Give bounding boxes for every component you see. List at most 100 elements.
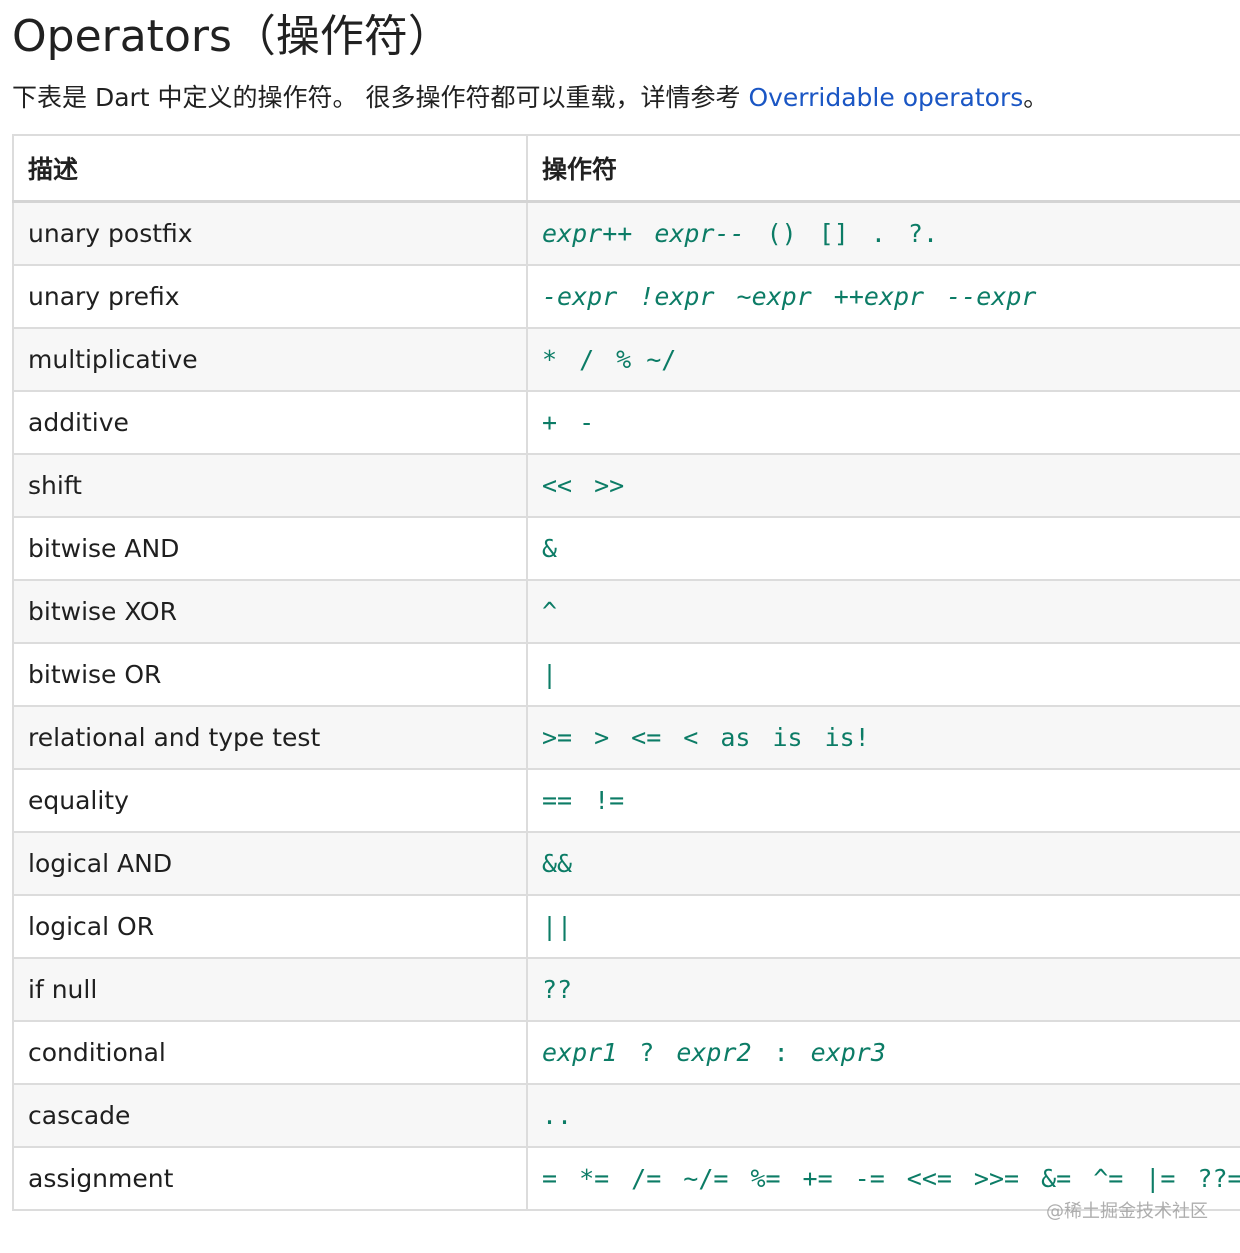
operator-token: >> — [594, 471, 625, 500]
row-description: unary postfix — [12, 200, 528, 266]
table-row: logical AND && — [12, 831, 1240, 896]
operator-token: && — [542, 849, 573, 878]
operator-token: * — [542, 345, 558, 374]
operator-token: expr-- — [654, 219, 745, 248]
table-row: shift << >> — [12, 453, 1240, 518]
row-operators: = *= /= ~/= %= += -= <<= >>= &= ^= |= ??= — [526, 1146, 1240, 1211]
row-operators: | — [526, 642, 1240, 707]
operator-token: ? — [639, 1038, 655, 1067]
row-description: equality — [12, 768, 528, 833]
row-description: logical OR — [12, 894, 528, 959]
operator-token: + — [542, 408, 558, 437]
row-description: cascade — [12, 1083, 528, 1148]
row-description: relational and type test — [12, 705, 528, 770]
table-row: relational and type test >= > <= < as is is! — [12, 705, 1240, 770]
table-row: conditional expr1? expr2: expr3 — [12, 1020, 1240, 1085]
row-description: unary prefix — [12, 264, 528, 329]
column-header-operator: 操作符 — [526, 134, 1240, 203]
table-row: multiplicative * / % ~/ — [12, 327, 1240, 392]
row-description: multiplicative — [12, 327, 528, 392]
operator-token: |= — [1145, 1164, 1176, 1193]
operator-token: += — [802, 1164, 833, 1193]
operator-token: [] — [818, 219, 849, 248]
operator-token: *= — [579, 1164, 610, 1193]
row-operators: + - — [526, 390, 1240, 455]
row-description: conditional — [12, 1020, 528, 1085]
row-operators: == != — [526, 768, 1240, 833]
column-header-description: 描述 — [12, 134, 528, 203]
operator-token: --expr — [946, 282, 1037, 311]
operator-token: | — [542, 660, 558, 689]
row-operators: << >> — [526, 453, 1240, 518]
table-row: bitwise XOR ^ — [12, 579, 1240, 644]
table-row: additive + - — [12, 390, 1240, 455]
row-description: bitwise OR — [12, 642, 528, 707]
operator-token: = — [542, 1164, 558, 1193]
operator-token: is — [772, 723, 803, 752]
operator-token: << — [542, 471, 573, 500]
row-description: logical AND — [12, 831, 528, 896]
row-description: shift — [12, 453, 528, 518]
row-description: bitwise XOR — [12, 579, 528, 644]
operator-token: >= — [542, 723, 573, 752]
row-operators: ^ — [526, 579, 1240, 644]
row-description: assignment — [12, 1146, 528, 1211]
table-row: logical OR || — [12, 894, 1240, 959]
operator-token: as — [720, 723, 751, 752]
operator-token: > — [594, 723, 610, 752]
operator-token: expr2 — [676, 1038, 752, 1067]
operator-token: & — [542, 534, 558, 563]
operator-token: < — [683, 723, 699, 752]
row-operators: -expr !expr ~expr ++expr --expr — [526, 264, 1240, 329]
intro-text: 下表是 Dart 中定义的操作符。 很多操作符都可以重载，详情参考 — [12, 83, 749, 112]
table-header-row: 描述 操作符 — [12, 134, 1240, 203]
row-operators: & — [526, 516, 1240, 581]
operator-token: % ~/ — [616, 345, 677, 374]
row-operators: ?? — [526, 957, 1240, 1022]
table-row: equality == != — [12, 768, 1240, 833]
operator-token: || — [542, 912, 573, 941]
table-row: assignment = *= /= ~/= %= += -= <<= >>= &= ^= |= ??= — [12, 1146, 1240, 1211]
operator-token: !expr — [639, 282, 715, 311]
row-operators: expr1? expr2: expr3 — [526, 1020, 1240, 1085]
table-row: cascade.. — [12, 1083, 1240, 1148]
operator-token: ~/= — [683, 1164, 729, 1193]
intro-paragraph: 下表是 Dart 中定义的操作符。 很多操作符都可以重载，详情参考 Overri… — [12, 78, 1048, 118]
operator-token: ~expr — [736, 282, 812, 311]
operator-token: is! — [824, 723, 870, 752]
operator-token: <<= — [906, 1164, 952, 1193]
row-operators: expr++ expr-- () [].?. — [526, 200, 1240, 266]
operator-token: expr1 — [542, 1038, 618, 1067]
row-description: bitwise AND — [12, 516, 528, 581]
operator-token: <= — [631, 723, 662, 752]
intro-text-end: 。 — [1023, 83, 1049, 112]
operators-table: 描述 操作符 unary postfix expr++ expr--()[].?. u… — [12, 134, 1240, 1211]
table-row: if null?? — [12, 957, 1240, 1022]
operator-token: != — [594, 786, 625, 815]
operator-token: %= — [750, 1164, 781, 1193]
table-row: bitwise AND & — [12, 516, 1240, 581]
operator-token: () — [766, 219, 797, 248]
operator-token: .. — [542, 1101, 573, 1130]
operator-token: - — [579, 408, 595, 437]
row-operators: && — [526, 831, 1240, 896]
operator-token: : — [773, 1038, 789, 1067]
row-description: additive — [12, 390, 528, 455]
operator-token: expr3 — [810, 1038, 886, 1067]
table-body: unary postfix expr++ expr-- () [].?. unary pr… — [12, 200, 1240, 1211]
row-operators: >= > <= < as is is! — [526, 705, 1240, 770]
operator-token: ?. — [907, 219, 939, 248]
doc-page: Operators（操作符） 下表是 Dart 中定义的操作符。 很多操作符都可… — [0, 0, 1240, 1253]
operator-token: ?? — [542, 975, 573, 1004]
operator-token: / — [579, 345, 595, 374]
operator-token: >>= — [973, 1164, 1020, 1193]
operator-token: ^ — [542, 597, 558, 626]
operator-token: . — [870, 219, 886, 248]
table-row: unary prefix -expr !expr ~expr ++expr --expr — [12, 264, 1240, 329]
operator-token: -expr — [542, 282, 618, 311]
operator-token: ??= — [1197, 1164, 1240, 1193]
overridable-operators-link[interactable]: Overridable operators — [748, 83, 1023, 112]
operator-token: /= — [631, 1164, 662, 1193]
operator-token: -= — [854, 1164, 885, 1193]
table-row: bitwise OR | — [12, 642, 1240, 707]
